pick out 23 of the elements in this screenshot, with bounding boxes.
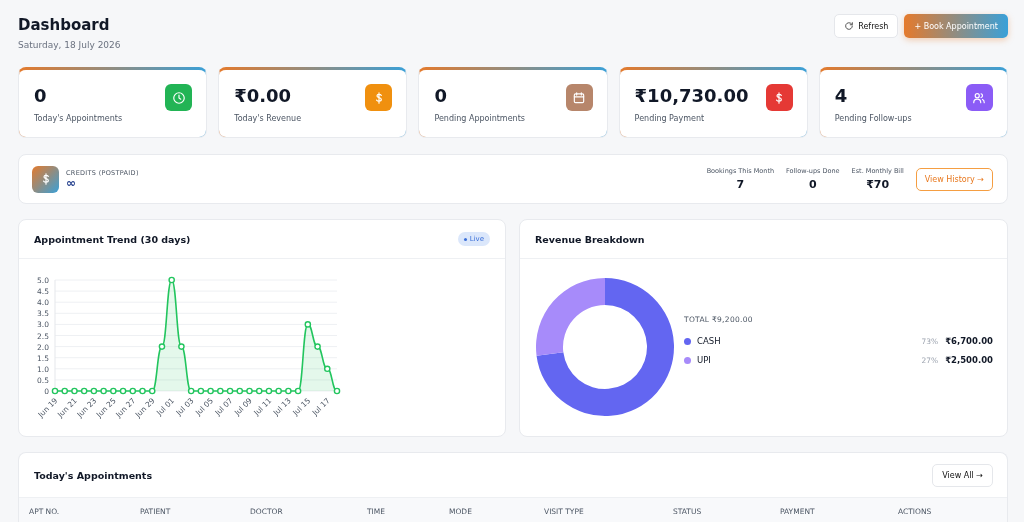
stat-value: 0 bbox=[434, 85, 448, 106]
legend-amount: ₹6,700.00 bbox=[945, 336, 993, 346]
stat-label: Pending Payment bbox=[634, 114, 706, 123]
metric-value: 7 bbox=[735, 178, 746, 191]
stat-label: Today's Revenue bbox=[234, 114, 302, 123]
legend-label: CASH bbox=[697, 336, 722, 346]
stat-label: Pending Appointments bbox=[434, 114, 525, 123]
stat-value: 0 bbox=[34, 85, 48, 106]
stat-label: Today's Appointments bbox=[34, 114, 123, 123]
chart-title: Revenue Breakdown bbox=[535, 233, 645, 245]
metric-value: 0 bbox=[808, 178, 818, 191]
legend-label: UPI bbox=[697, 355, 712, 365]
stat-value: ₹10,730.00 bbox=[634, 85, 749, 106]
stat-value: 4 bbox=[834, 85, 849, 106]
stat-label: Pending Follow-ups bbox=[834, 114, 912, 123]
stat-value: ₹0.00 bbox=[234, 85, 293, 106]
metric-value: ₹70 bbox=[865, 178, 891, 191]
section-title: Today's Appointments bbox=[34, 469, 153, 481]
credits-value: ∞ bbox=[66, 177, 77, 189]
legend-amount: ₹2,500.00 bbox=[945, 355, 993, 365]
date-text: Saturday, 18 July 2026 bbox=[18, 40, 121, 50]
page-title: Dashboard bbox=[18, 16, 111, 34]
chart-title: Appointment Trend (30 days) bbox=[34, 233, 191, 245]
